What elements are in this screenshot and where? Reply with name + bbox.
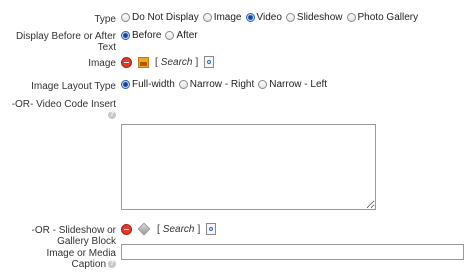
display-position-label: Display Before or After Text: [15, 31, 116, 53]
help-icon[interactable]: ?: [108, 111, 116, 120]
radio-narrow-left[interactable]: [258, 80, 268, 89]
radio-do-not-display[interactable]: [121, 13, 130, 22]
radio-video-label: Video: [256, 12, 282, 23]
slideshow-browse-icon[interactable]: [206, 223, 217, 235]
caption-label: Image or Media Caption?: [46, 248, 116, 270]
type-label: Type: [94, 14, 116, 25]
radio-before[interactable]: [121, 31, 130, 40]
video-code-label: -OR- Video Code Insert?: [11, 99, 116, 120]
caption-input[interactable]: [121, 244, 464, 260]
radio-image[interactable]: [202, 13, 212, 22]
radio-after[interactable]: [165, 31, 175, 40]
image-picker: [Search]: [121, 56, 215, 68]
radio-photo-gallery[interactable]: [346, 13, 356, 22]
slideshow-picker: [Search]: [121, 222, 217, 236]
display-radio-group: Before After: [121, 30, 202, 41]
radio-full-width-label: Full-width: [132, 79, 175, 90]
layout-type-label: Image Layout Type: [31, 81, 116, 92]
slideshow-search-link[interactable]: Search: [163, 224, 195, 235]
radio-slideshow-label: Slideshow: [296, 12, 343, 23]
slideshow-label: -OR - Slideshow or Gallery Block: [31, 225, 116, 247]
image-label: Image: [88, 58, 116, 69]
radio-narrow-right-label: Narrow - Right: [189, 79, 255, 90]
radio-before-label: Before: [132, 30, 162, 41]
radio-narrow-left-label: Narrow - Left: [269, 79, 328, 90]
radio-photo-gallery-label: Photo Gallery: [357, 12, 419, 23]
remove-slideshow-icon[interactable]: [121, 223, 132, 235]
block-cube-icon: [137, 222, 151, 236]
radio-do-not-display-label: Do Not Display: [132, 12, 199, 23]
radio-image-label: Image: [213, 12, 242, 23]
image-browse-icon[interactable]: [204, 56, 215, 68]
remove-image-icon[interactable]: [121, 56, 132, 68]
type-radio-group: Do Not Display Image Video Slideshow Pho…: [121, 12, 422, 23]
video-code-textarea[interactable]: [121, 124, 376, 210]
layout-radio-group: Full-width Narrow - Right Narrow - Left: [121, 79, 331, 90]
image-thumbnail-icon: [138, 56, 149, 68]
radio-after-label: After: [176, 30, 198, 41]
radio-full-width[interactable]: [121, 80, 130, 89]
help-icon[interactable]: ?: [108, 260, 116, 269]
image-search-link[interactable]: Search: [161, 57, 193, 68]
radio-slideshow[interactable]: [285, 13, 295, 22]
radio-video[interactable]: [245, 13, 255, 22]
radio-narrow-right[interactable]: [178, 80, 188, 89]
